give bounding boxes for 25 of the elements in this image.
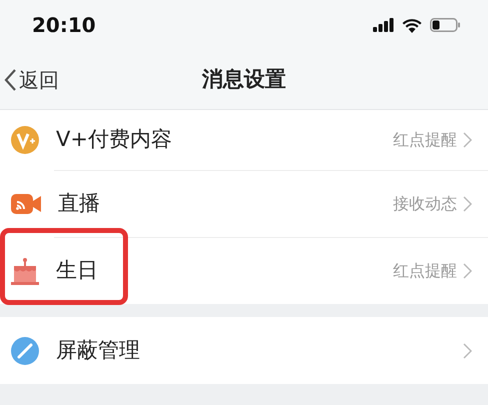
row-value: 红点提醒 <box>393 260 457 282</box>
row-label: 屏蔽管理 <box>56 336 140 364</box>
list-row[interactable]: V+付费内容 红点提醒 <box>0 110 488 170</box>
row-label: 直播 <box>58 190 100 217</box>
block-icon <box>10 336 40 366</box>
vplus-badge-icon <box>10 125 40 155</box>
cake-icon <box>10 256 40 286</box>
row-label: 生日 <box>56 256 98 284</box>
list-row[interactable]: 生日 红点提醒 <box>0 237 488 304</box>
row-value: 红点提醒 <box>393 129 457 151</box>
clock-time: 20:10 <box>32 12 96 39</box>
row-value: 接收动态 <box>393 192 457 214</box>
battery-icon <box>430 18 460 32</box>
chevron-icon <box>463 262 472 278</box>
list-row[interactable]: 直播 接收动态 <box>0 170 488 237</box>
signal-icon <box>373 18 394 32</box>
list-row[interactable]: 屏蔽管理 <box>0 317 488 384</box>
chevron-icon <box>463 132 472 148</box>
wifi-icon <box>402 18 422 32</box>
back-icon <box>4 68 17 92</box>
page-title: 消息设置 <box>202 66 286 93</box>
chevron-icon <box>463 342 472 358</box>
chevron-icon <box>463 196 472 212</box>
row-label: V+付费内容 <box>56 126 172 154</box>
back-button[interactable]: 返回 <box>4 64 59 94</box>
